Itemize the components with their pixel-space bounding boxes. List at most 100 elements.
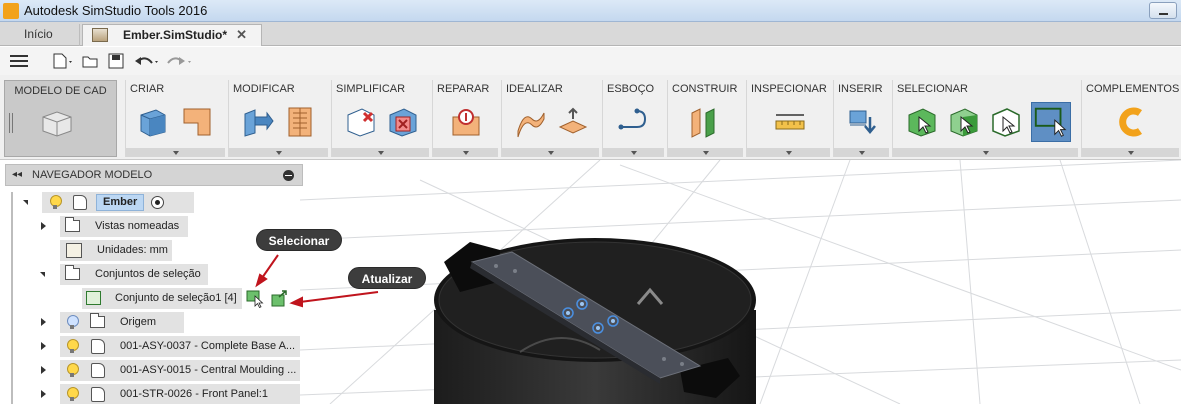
workspace-switcher[interactable]: MODELO DE CAD: [4, 80, 117, 157]
selection-set-label: Conjunto de seleção1 [4]: [115, 292, 237, 304]
expand-arrow-icon[interactable]: [41, 318, 46, 326]
group-dropdown-complementos[interactable]: [1082, 148, 1179, 157]
update-set-button[interactable]: [270, 289, 289, 308]
expand-arrow-icon[interactable]: [23, 200, 28, 205]
grip-icon: [9, 113, 13, 133]
callout-select: Selecionar: [256, 229, 342, 251]
offset-plane-icon[interactable]: [688, 105, 722, 139]
remove-features-icon[interactable]: [344, 105, 378, 139]
group-label: INSPECIONAR: [751, 83, 827, 95]
select-body-icon[interactable]: [905, 105, 939, 139]
expand-arrow-icon[interactable]: [41, 366, 46, 374]
create-box-icon[interactable]: [136, 105, 170, 139]
save-icon[interactable]: [108, 53, 124, 69]
group-label: ESBOÇO: [607, 83, 655, 95]
browser-options-icon[interactable]: [283, 170, 294, 181]
window-title: Autodesk SimStudio Tools 2016: [24, 3, 208, 18]
repair-icon[interactable]: [449, 105, 483, 139]
visibility-bulb-icon[interactable]: [67, 315, 79, 329]
delete-face-icon[interactable]: [386, 105, 420, 139]
visibility-bulb-icon[interactable]: [50, 195, 62, 209]
tree-row-named-views[interactable]: Vistas nomeadas: [20, 216, 190, 237]
folder-icon: [65, 217, 80, 232]
callout-update: Atualizar: [348, 267, 426, 289]
select-edge-icon[interactable]: [989, 105, 1023, 139]
origin-label: Origem: [120, 316, 157, 328]
open-icon[interactable]: [82, 53, 100, 69]
undo-icon[interactable]: [134, 53, 162, 69]
ember-printer-model[interactable]: [434, 238, 756, 404]
browser-header[interactable]: ◂◂ NAVEGADOR MODELO: [5, 164, 303, 186]
split-body-icon[interactable]: [283, 105, 317, 139]
tree-row-ember[interactable]: Ember: [20, 192, 194, 213]
tree-row-component[interactable]: 001-ASY-0015 - Central Moulding ...: [20, 360, 302, 381]
selection-set-icon: [86, 291, 101, 305]
group-simplificar: SIMPLIFICAR: [331, 80, 431, 157]
tree-row-selection-sets[interactable]: Conjuntos de seleção: [20, 264, 210, 285]
expand-arrow-icon[interactable]: [41, 390, 46, 398]
visibility-bulb-icon[interactable]: [67, 387, 79, 401]
group-modificar: MODIFICAR: [228, 80, 330, 157]
minimize-button[interactable]: [1149, 2, 1177, 19]
named-views-label: Vistas nomeadas: [95, 220, 180, 232]
group-dropdown-simplificar[interactable]: [332, 148, 429, 157]
tab-home[interactable]: Início: [0, 24, 80, 46]
component-icon: [91, 339, 105, 354]
expand-arrow-icon[interactable]: [41, 222, 46, 230]
create-extrude-icon[interactable]: [180, 105, 214, 139]
title-bar: Autodesk SimStudio Tools 2016: [0, 0, 1181, 22]
group-label: IDEALIZAR: [506, 83, 563, 95]
insert-icon[interactable]: [846, 105, 880, 139]
component-icon: [91, 363, 105, 378]
add-ins-icon[interactable]: [1116, 105, 1150, 139]
press-pull-icon[interactable]: [241, 105, 275, 139]
tab-ember-simstudio[interactable]: Ember.SimStudio* ✕: [82, 24, 262, 46]
close-tab-icon[interactable]: ✕: [236, 25, 247, 45]
new-file-icon[interactable]: [52, 53, 74, 69]
midsurface-icon[interactable]: [514, 105, 548, 139]
group-dropdown-inspecionar[interactable]: [747, 148, 830, 157]
group-label: CRIAR: [130, 83, 165, 95]
group-label: CONSTRUIR: [672, 83, 738, 95]
group-dropdown-idealizar[interactable]: [502, 148, 599, 157]
quick-access-toolbar: [0, 47, 1181, 75]
group-dropdown-modificar[interactable]: [229, 148, 328, 157]
collapse-browser-icon[interactable]: ◂◂: [12, 169, 22, 180]
folder-icon: [65, 265, 80, 280]
tree-guide-line: [11, 192, 13, 404]
select-set-button[interactable]: [246, 289, 265, 308]
window-select-icon[interactable]: [1031, 102, 1071, 142]
units-icon: [66, 243, 82, 258]
group-dropdown-reparar[interactable]: [433, 148, 498, 157]
tree-row-component[interactable]: 001-ASY-0037 - Complete Base A...: [20, 336, 302, 357]
app-icon: [3, 3, 19, 19]
expand-arrow-icon[interactable]: [40, 272, 45, 277]
measure-icon[interactable]: [773, 105, 807, 139]
cad-model-icon: [42, 111, 72, 137]
select-face-icon[interactable]: [947, 105, 981, 139]
redo-icon[interactable]: [166, 53, 194, 69]
group-construir: CONSTRUIR: [667, 80, 745, 157]
expand-arrow-icon[interactable]: [41, 342, 46, 350]
tree-row-component[interactable]: 001-STR-0026 - Front Panel:1: [20, 384, 302, 404]
document-icon: [92, 28, 108, 42]
visibility-bulb-icon[interactable]: [67, 339, 79, 353]
component-icon: [73, 195, 87, 210]
group-dropdown-esboco[interactable]: [603, 148, 664, 157]
group-inserir: INSERIR: [833, 80, 891, 157]
offset-surface-icon[interactable]: [556, 105, 590, 139]
root-component-label[interactable]: Ember: [96, 194, 145, 211]
group-complementos: COMPLEMENTOS: [1081, 80, 1181, 157]
sketch-arc-icon[interactable]: [617, 105, 651, 139]
tree-row-origin[interactable]: Origem: [20, 312, 184, 333]
group-dropdown-inserir[interactable]: [834, 148, 889, 157]
group-label: MODIFICAR: [233, 83, 295, 95]
tree-row-units[interactable]: Unidades: mm: [20, 240, 180, 261]
tree-row-selection-set-1[interactable]: Conjunto de seleção1 [4]: [20, 288, 300, 309]
menu-icon[interactable]: [10, 53, 28, 69]
activate-radio-icon[interactable]: [151, 196, 164, 209]
group-dropdown-construir[interactable]: [668, 148, 743, 157]
group-dropdown-selecionar[interactable]: [893, 148, 1078, 157]
visibility-bulb-icon[interactable]: [67, 363, 79, 377]
group-dropdown-criar[interactable]: [126, 148, 225, 157]
